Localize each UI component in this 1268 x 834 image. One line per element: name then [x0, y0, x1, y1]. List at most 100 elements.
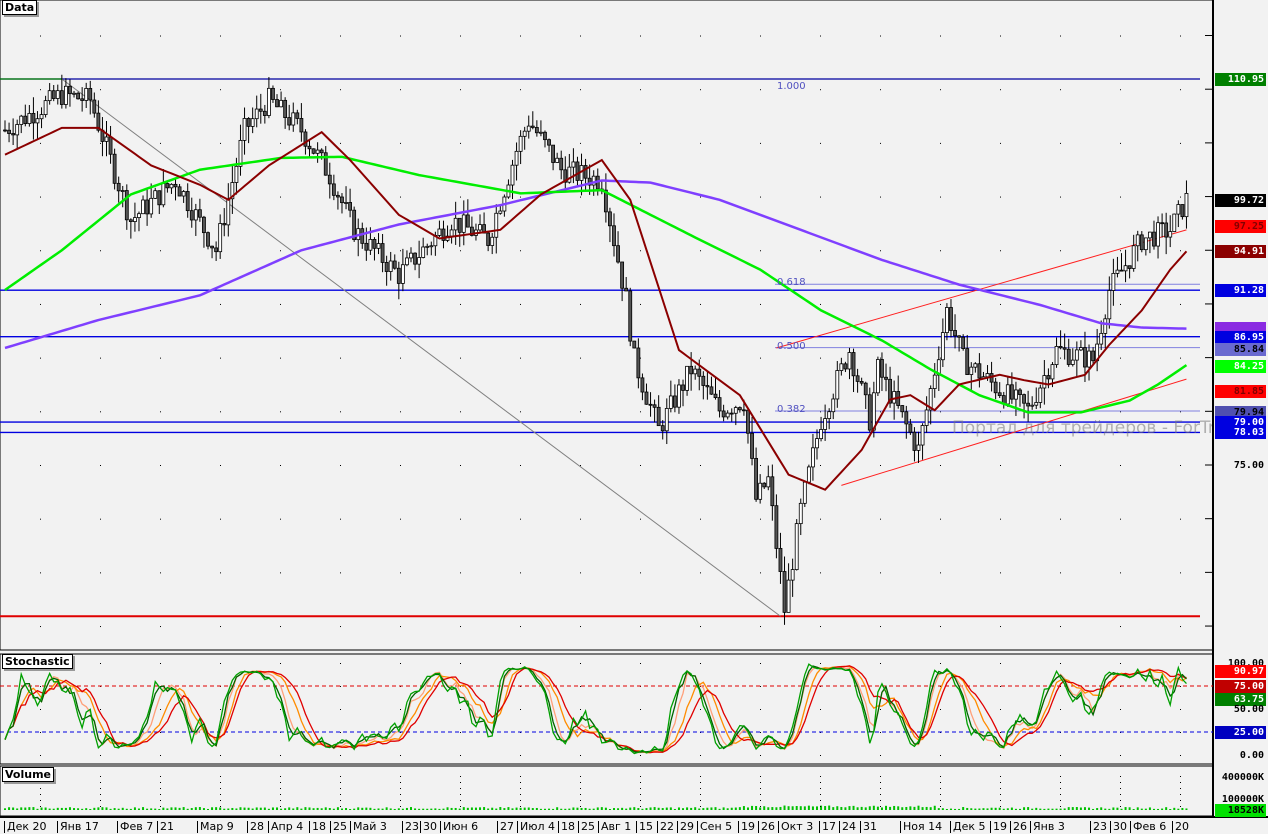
grid-dot	[880, 35, 881, 37]
grid-dot	[1180, 464, 1181, 466]
candle-body	[218, 223, 223, 253]
candle-body	[1103, 318, 1108, 334]
candle-body	[392, 260, 397, 269]
volume-bar	[243, 807, 246, 810]
candle-body	[490, 236, 495, 246]
volume-bar	[178, 807, 181, 810]
grid-dot	[520, 518, 521, 520]
volume-bar	[791, 806, 794, 810]
candle-body	[526, 125, 531, 132]
grid-dot	[340, 782, 341, 783]
candle-body	[847, 352, 852, 370]
grid-dot	[1000, 732, 1001, 733]
grid-dot	[280, 800, 281, 801]
grid-dot	[100, 806, 101, 807]
grid-dot	[340, 250, 341, 252]
candle-body	[465, 214, 470, 228]
volume-bar	[426, 808, 429, 810]
candle-body	[1050, 364, 1055, 380]
volume-bar	[263, 807, 266, 810]
grid-dot	[460, 626, 461, 628]
volume-bar	[543, 808, 546, 810]
candle-body	[725, 412, 730, 418]
candle-body	[721, 410, 726, 418]
volume-bar	[8, 807, 11, 810]
candle-body	[344, 202, 348, 204]
grid-dot	[460, 518, 461, 520]
grid-dot	[1060, 196, 1061, 198]
candle-body	[685, 365, 689, 391]
grid-dot	[880, 794, 881, 795]
volume-bar	[596, 807, 599, 810]
grid-dot	[220, 518, 221, 520]
candle-body	[291, 112, 296, 126]
volume-bar	[633, 807, 636, 810]
grid-dot	[280, 776, 281, 777]
grid-dot	[700, 806, 701, 807]
volume-bar	[576, 807, 579, 810]
grid-dot	[1120, 572, 1121, 574]
candle-body	[514, 150, 519, 166]
volume-bar	[320, 808, 323, 810]
grid-dot	[580, 464, 581, 466]
grid-dot	[1000, 626, 1001, 628]
volume-bar	[645, 808, 648, 810]
grid-dot	[40, 518, 41, 520]
volume-bar	[1096, 808, 1099, 810]
volume-bar	[150, 808, 153, 810]
grid-dot	[820, 782, 821, 783]
volume-bar	[1116, 807, 1119, 810]
grid-dot	[580, 806, 581, 807]
volume-bar	[531, 808, 534, 810]
grid-dot	[820, 626, 821, 628]
candle-body	[145, 199, 150, 215]
candle-body	[287, 117, 292, 126]
candle-body	[478, 224, 482, 231]
grid-dot	[280, 464, 281, 466]
candle-body	[965, 348, 970, 375]
grid-dot	[1060, 709, 1061, 710]
candle-body	[904, 411, 909, 425]
volume-bar	[365, 807, 368, 810]
grid-dot	[400, 800, 401, 801]
grid-dot	[940, 357, 941, 359]
candle-body	[295, 112, 300, 119]
volume-bar	[470, 807, 473, 810]
candle-body	[348, 202, 353, 211]
time-axis-label: 19	[990, 821, 1007, 833]
candle-body	[1079, 347, 1083, 351]
grid-dot	[880, 782, 881, 783]
volume-bar	[905, 806, 908, 810]
volume-bar	[385, 807, 388, 810]
candle-body	[173, 183, 178, 188]
grid-dot	[940, 663, 941, 664]
volume-bar	[860, 806, 863, 810]
candle-body	[368, 238, 373, 251]
volume-bar	[824, 806, 827, 810]
candle-body	[55, 90, 60, 99]
volume-bar	[487, 808, 490, 810]
candle-body	[128, 219, 133, 222]
candle-body	[315, 149, 320, 154]
time-axis-label: Авг 1	[598, 821, 631, 833]
candle-body	[222, 223, 227, 226]
grid-dot	[400, 663, 401, 664]
grid-dot	[820, 518, 821, 520]
grid-dot	[460, 794, 461, 795]
grid-dot	[340, 89, 341, 91]
volume-bar	[20, 807, 23, 810]
volume-bar	[235, 808, 238, 810]
candle-body	[425, 245, 430, 248]
time-axis-label: 25	[330, 821, 347, 833]
grid-dot	[940, 464, 941, 466]
grid-dot	[1180, 686, 1181, 687]
volume-bar	[1043, 808, 1046, 810]
grid-dot	[520, 196, 521, 198]
grid-dot	[460, 572, 461, 574]
candle-body	[945, 307, 949, 334]
time-axis-label: Мар 9	[197, 821, 234, 833]
price-axis-label: 81.85	[1215, 385, 1266, 399]
grid-dot	[1120, 626, 1121, 628]
time-axis-label: Июн 6	[440, 821, 478, 833]
grid-dot	[280, 196, 281, 198]
